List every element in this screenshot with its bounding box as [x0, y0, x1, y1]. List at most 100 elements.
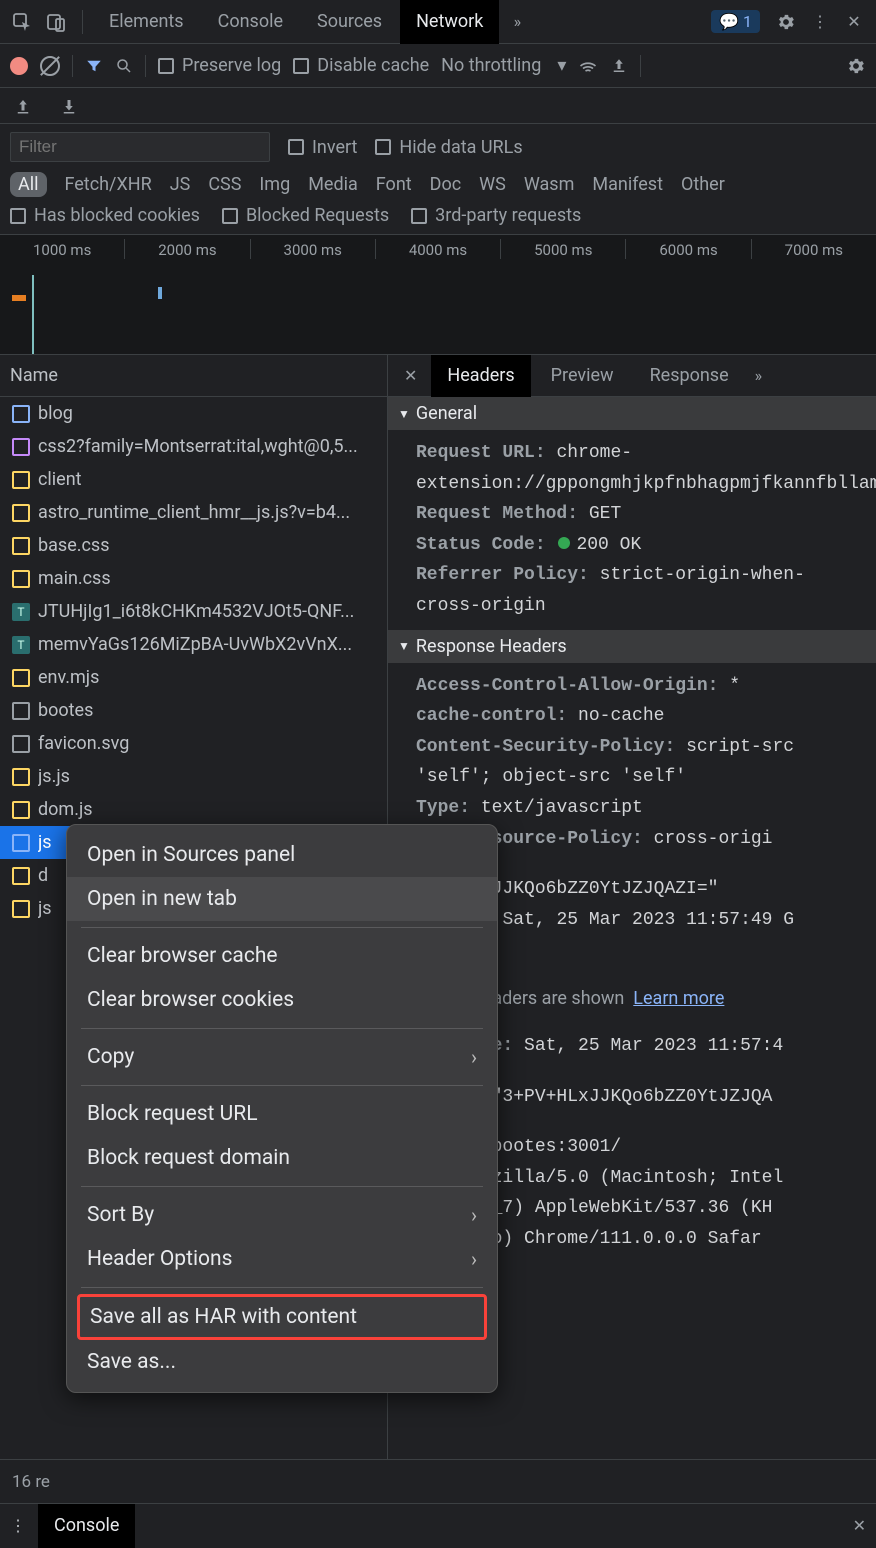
preserve-log-checkbox[interactable]: Preserve log — [158, 55, 281, 76]
context-menu: Open in Sources panel Open in new tab Cl… — [66, 824, 498, 1393]
filter-toggle-icon[interactable] — [85, 57, 103, 75]
timeline-tick: 2000 ms — [124, 239, 249, 259]
upload-har-icon[interactable] — [610, 57, 628, 75]
import-export-row — [0, 88, 876, 124]
ctx-sort-by-submenu[interactable]: Sort By› — [67, 1193, 497, 1237]
type-js[interactable]: JS — [170, 174, 191, 195]
timeline-bar — [158, 287, 162, 299]
has-blocked-cookies-checkbox[interactable]: Has blocked cookies — [10, 205, 200, 226]
type-ws[interactable]: WS — [479, 174, 506, 195]
tab-preview[interactable]: Preview — [535, 355, 630, 397]
tab-elements[interactable]: Elements — [93, 0, 200, 44]
ctx-clear-cookies[interactable]: Clear browser cookies — [67, 978, 497, 1022]
request-row[interactable]: main.css — [0, 562, 387, 595]
ctx-block-url[interactable]: Block request URL — [67, 1092, 497, 1136]
timeline-tick: 7000 ms — [751, 239, 876, 259]
file-type-icon — [12, 669, 30, 687]
tab-network[interactable]: Network — [400, 0, 499, 44]
chevron-right-icon: › — [471, 1247, 477, 1271]
type-other[interactable]: Other — [681, 174, 725, 195]
tab-response[interactable]: Response — [634, 355, 745, 397]
request-name: client — [38, 469, 82, 490]
type-media[interactable]: Media — [308, 174, 358, 195]
request-row[interactable]: client — [0, 463, 387, 496]
ctx-block-domain[interactable]: Block request domain — [67, 1136, 497, 1180]
request-name: env.mjs — [38, 667, 99, 688]
type-wasm[interactable]: Wasm — [524, 174, 575, 195]
close-drawer-icon[interactable]: ✕ — [853, 1516, 866, 1535]
request-row[interactable]: env.mjs — [0, 661, 387, 694]
ctx-save-har[interactable]: Save all as HAR with content — [90, 1303, 474, 1331]
third-party-checkbox[interactable]: 3rd-party requests — [411, 205, 581, 226]
ctx-open-new-tab[interactable]: Open in new tab — [67, 877, 497, 921]
request-row[interactable]: base.css — [0, 529, 387, 562]
type-font[interactable]: Font — [376, 174, 412, 195]
file-type-icon — [12, 801, 30, 819]
file-type-icon — [12, 900, 30, 918]
timeline-overview[interactable]: 1000 ms 2000 ms 3000 ms 4000 ms 5000 ms … — [0, 235, 876, 355]
request-name: astro_runtime_client_hmr__js.js?v=b4... — [38, 502, 350, 523]
request-row[interactable]: TJTUHjIg1_i6t8kCHKm4532VJOt5-QNF... — [0, 595, 387, 628]
drawer-tab-console[interactable]: Console — [38, 1504, 135, 1548]
filter-input[interactable] — [10, 132, 270, 162]
request-name: js — [38, 832, 52, 853]
request-row[interactable]: favicon.svg — [0, 727, 387, 760]
type-all[interactable]: All — [10, 172, 47, 197]
ctx-copy-submenu[interactable]: Copy› — [67, 1035, 497, 1079]
type-doc[interactable]: Doc — [430, 174, 462, 195]
kebab-menu-icon[interactable]: ⋮ — [10, 1516, 26, 1535]
blocked-requests-checkbox[interactable]: Blocked Requests — [222, 205, 389, 226]
request-row[interactable]: blog — [0, 397, 387, 430]
request-row[interactable]: css2?family=Montserrat:ital,wght@0,5... — [0, 430, 387, 463]
section-response-headers[interactable]: ▼Response Headers — [388, 630, 876, 663]
hide-data-urls-checkbox[interactable]: Hide data URLs — [375, 137, 522, 158]
section-general[interactable]: ▼General — [388, 397, 876, 430]
file-type-icon — [12, 570, 30, 588]
status-code-value: 200 OK — [576, 535, 641, 555]
file-type-icon — [12, 504, 30, 522]
type-manifest[interactable]: Manifest — [592, 174, 663, 195]
triangle-down-icon: ▼ — [398, 407, 410, 421]
upload-icon[interactable] — [14, 97, 32, 115]
more-tabs-icon[interactable]: » — [501, 6, 533, 38]
more-tabs-icon[interactable]: » — [755, 366, 763, 385]
close-details-icon[interactable]: ✕ — [394, 366, 427, 385]
download-icon[interactable] — [60, 97, 78, 115]
ctx-save-as[interactable]: Save as... — [67, 1340, 497, 1384]
type-css[interactable]: CSS — [208, 174, 241, 195]
ctx-clear-cache[interactable]: Clear browser cache — [67, 934, 497, 978]
search-icon[interactable] — [115, 57, 133, 75]
disable-cache-checkbox[interactable]: Disable cache — [293, 55, 429, 76]
record-button[interactable] — [10, 57, 28, 75]
learn-more-link[interactable]: Learn more — [633, 988, 724, 1009]
request-row[interactable]: astro_runtime_client_hmr__js.js?v=b4... — [0, 496, 387, 529]
close-devtools-icon[interactable]: ✕ — [838, 6, 870, 38]
device-toggle-icon[interactable] — [40, 6, 72, 38]
file-type-icon — [12, 768, 30, 786]
column-header-name[interactable]: Name — [0, 355, 387, 397]
clear-button[interactable] — [40, 56, 60, 76]
network-toolbar: Preserve log Disable cache No throttling… — [0, 44, 876, 88]
inspect-icon[interactable] — [6, 6, 38, 38]
ctx-open-sources[interactable]: Open in Sources panel — [67, 833, 497, 877]
network-settings-icon[interactable] — [846, 56, 866, 76]
request-row[interactable]: dom.js — [0, 793, 387, 826]
request-name: d — [38, 865, 48, 886]
tab-sources[interactable]: Sources — [301, 0, 398, 44]
request-row[interactable]: bootes — [0, 694, 387, 727]
tab-console[interactable]: Console — [202, 0, 299, 44]
invert-checkbox[interactable]: Invert — [288, 137, 357, 158]
throttling-select[interactable]: No throttling ▾ — [441, 55, 566, 76]
type-img[interactable]: Img — [259, 174, 290, 195]
settings-gear-icon[interactable] — [770, 6, 802, 38]
kebab-menu-icon[interactable]: ⋮ — [804, 6, 836, 38]
type-fetch[interactable]: Fetch/XHR — [65, 174, 152, 195]
issues-badge[interactable]: 💬 1 — [711, 10, 760, 33]
tab-headers[interactable]: Headers — [431, 355, 530, 397]
ctx-header-options-submenu[interactable]: Header Options› — [67, 1237, 497, 1281]
request-row[interactable]: TmemvYaGs126MiZpBA-UvWbX2vVnX... — [0, 628, 387, 661]
issues-count: 1 — [743, 12, 752, 31]
request-row[interactable]: js.js — [0, 760, 387, 793]
network-conditions-icon[interactable] — [578, 56, 598, 76]
request-name: memvYaGs126MiZpBA-UvWbX2vVnX... — [38, 634, 352, 655]
